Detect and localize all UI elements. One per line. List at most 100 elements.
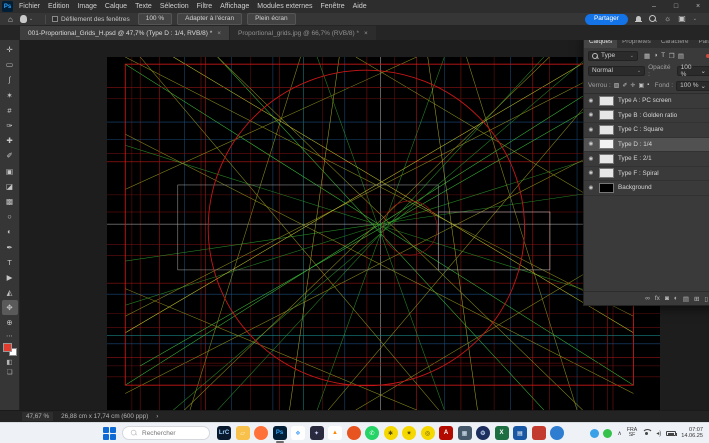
clone-stamp-tool[interactable]: ▣ bbox=[2, 164, 18, 179]
screen-mode-icon[interactable]: ❏ bbox=[7, 368, 13, 376]
layer-visibility-icon[interactable]: ◉ bbox=[587, 185, 595, 191]
layer-visibility-icon[interactable]: ◉ bbox=[587, 112, 595, 118]
yellow-utility-1-icon[interactable]: ✱ bbox=[384, 426, 398, 440]
menu-item[interactable]: Edition bbox=[48, 3, 69, 10]
new-group-icon[interactable]: ▤ bbox=[683, 295, 689, 303]
blur-tool[interactable]: ○ bbox=[2, 209, 18, 224]
foreground-color-swatch[interactable] bbox=[3, 343, 12, 352]
blue-office-app-icon[interactable]: ▤ bbox=[513, 426, 527, 440]
chevron-down-icon[interactable]: ⌄ bbox=[29, 16, 33, 22]
layer-visibility-icon[interactable]: ◉ bbox=[587, 170, 595, 176]
close-icon[interactable]: × bbox=[217, 30, 221, 37]
adjustment-layer-icon[interactable]: ◐ bbox=[674, 295, 678, 302]
wifi-icon[interactable] bbox=[642, 429, 651, 437]
link-layers-icon[interactable]: ∞ bbox=[645, 295, 650, 302]
dark-round-app-icon[interactable]: ❂ bbox=[476, 426, 490, 440]
yellow-utility-3-icon[interactable]: ◎ bbox=[421, 426, 435, 440]
tray-blue-app-icon[interactable] bbox=[590, 429, 599, 438]
layer-row[interactable]: ◉ Type F : Spiral bbox=[584, 167, 709, 182]
gradient-tool[interactable]: ▩ bbox=[2, 194, 18, 209]
taskbar-search[interactable] bbox=[122, 426, 210, 440]
notifications-icon[interactable] bbox=[635, 16, 642, 23]
layer-visibility-icon[interactable]: ◉ bbox=[587, 141, 595, 147]
zoom-tool[interactable]: ⊕ bbox=[2, 315, 18, 330]
discover-icon[interactable]: ☼ bbox=[664, 15, 671, 23]
brush-tool[interactable]: ✐ bbox=[2, 148, 18, 163]
layer-row[interactable]: ◉ Type B : Golden ratio bbox=[584, 109, 709, 124]
blue-round-app-icon[interactable] bbox=[550, 426, 564, 440]
photoshop-icon[interactable]: Ps bbox=[273, 426, 287, 440]
tray-overflow-icon[interactable]: ∧ bbox=[617, 430, 621, 437]
lock-all-icon[interactable]: ▪ bbox=[647, 82, 649, 89]
search-icon[interactable] bbox=[649, 15, 657, 23]
workspace-icon[interactable]: ▣ bbox=[678, 15, 686, 23]
filter-smart-icon[interactable]: ▤ bbox=[678, 52, 684, 60]
layer-visibility-icon[interactable]: ◉ bbox=[587, 98, 595, 104]
layer-thumbnail[interactable] bbox=[599, 139, 614, 149]
document-tab-active[interactable]: 001-Proportional_Grids_H.psd @ 47,7% (Ty… bbox=[20, 26, 229, 40]
menu-item[interactable]: Fichier bbox=[19, 3, 40, 10]
menu-item[interactable]: Calque bbox=[105, 3, 127, 10]
calculator-icon[interactable]: ▦ bbox=[458, 426, 472, 440]
clock[interactable]: 07:07 14.06.25 bbox=[681, 427, 703, 439]
layer-visibility-icon[interactable]: ◉ bbox=[587, 156, 595, 162]
home-icon[interactable]: ⌂ bbox=[8, 15, 13, 24]
layer-row[interactable]: ◉ Background bbox=[584, 181, 709, 196]
layer-row[interactable]: ◉ Type E : 2/1 bbox=[584, 152, 709, 167]
document-canvas[interactable] bbox=[107, 57, 660, 410]
new-layer-icon[interactable]: ⊞ bbox=[694, 295, 699, 303]
full-screen-button[interactable]: Plein écran bbox=[247, 13, 296, 25]
file-explorer-icon[interactable]: ▱ bbox=[236, 426, 250, 440]
bridge-icon[interactable]: ✦ bbox=[310, 426, 324, 440]
whatsapp-icon[interactable]: ✆ bbox=[365, 426, 379, 440]
fill-value[interactable]: 100 % ⌄ bbox=[676, 81, 709, 91]
red-app-icon[interactable] bbox=[532, 426, 546, 440]
marquee-tool[interactable]: ▭ bbox=[2, 57, 18, 72]
filter-type-icon[interactable]: T bbox=[661, 52, 665, 60]
menu-item[interactable]: Fenêtre bbox=[321, 3, 345, 10]
shape-tool[interactable]: ◭ bbox=[2, 285, 18, 300]
menu-item[interactable]: Texte bbox=[135, 3, 152, 10]
photos-icon[interactable]: ❖ bbox=[291, 426, 305, 440]
menu-item[interactable]: Modules externes bbox=[257, 3, 312, 10]
crop-tool[interactable]: # bbox=[2, 103, 18, 118]
layer-visibility-icon[interactable]: ◉ bbox=[587, 127, 595, 133]
volume-icon[interactable]: ◂) bbox=[656, 430, 661, 437]
lock-position-icon[interactable]: ✛ bbox=[630, 82, 635, 89]
hand-tool[interactable]: ✥ bbox=[2, 300, 18, 315]
layer-row[interactable]: ◉ Type D : 1/4 bbox=[584, 138, 709, 153]
dodge-tool[interactable]: ◐ bbox=[2, 224, 18, 239]
menu-item[interactable]: Filtre bbox=[197, 3, 213, 10]
fit-screen-button[interactable]: Adapter à l'écran bbox=[177, 13, 242, 25]
magic-wand-tool[interactable]: ✶ bbox=[2, 88, 18, 103]
search-input[interactable] bbox=[142, 430, 202, 437]
edit-toolbar-icon[interactable]: ⋯ bbox=[6, 332, 13, 340]
layer-thumbnail[interactable] bbox=[599, 154, 614, 164]
close-icon[interactable]: × bbox=[364, 30, 368, 37]
language-indicator[interactable]: FRA SF bbox=[627, 428, 637, 439]
minimize-button[interactable]: – bbox=[643, 3, 665, 10]
filter-type-select[interactable]: Type ⌄ bbox=[588, 51, 638, 61]
battery-icon[interactable] bbox=[666, 431, 676, 436]
filter-pixel-icon[interactable]: ▦ bbox=[644, 52, 650, 60]
zoom-level[interactable]: 47,67 % bbox=[22, 412, 53, 421]
workspace-chevron-icon[interactable]: ⌄ bbox=[693, 16, 697, 22]
layer-thumbnail[interactable] bbox=[599, 183, 614, 193]
path-select-tool[interactable]: ▶ bbox=[2, 270, 18, 285]
tray-green-app-icon[interactable] bbox=[603, 429, 612, 438]
maximize-button[interactable]: □ bbox=[665, 3, 687, 10]
zoom-100-button[interactable]: 100 % bbox=[138, 13, 172, 25]
move-tool[interactable]: ✛ bbox=[2, 42, 18, 57]
layer-row[interactable]: ◉ Type C : Square bbox=[584, 123, 709, 138]
firefox-icon[interactable] bbox=[254, 426, 268, 440]
filter-shape-icon[interactable]: ❐ bbox=[669, 52, 675, 60]
excel-icon[interactable]: X bbox=[495, 426, 509, 440]
delete-layer-icon[interactable]: ▯ bbox=[704, 295, 708, 303]
orange-app-icon[interactable] bbox=[347, 426, 361, 440]
start-button[interactable] bbox=[103, 427, 116, 440]
opacity-value[interactable]: 100 % ⌄ bbox=[677, 66, 709, 76]
acrobat-icon[interactable]: A bbox=[439, 426, 453, 440]
share-button[interactable]: Partager bbox=[585, 14, 628, 25]
lock-paint-icon[interactable]: ✐ bbox=[622, 82, 627, 89]
menu-item[interactable]: Affichage bbox=[220, 3, 249, 10]
